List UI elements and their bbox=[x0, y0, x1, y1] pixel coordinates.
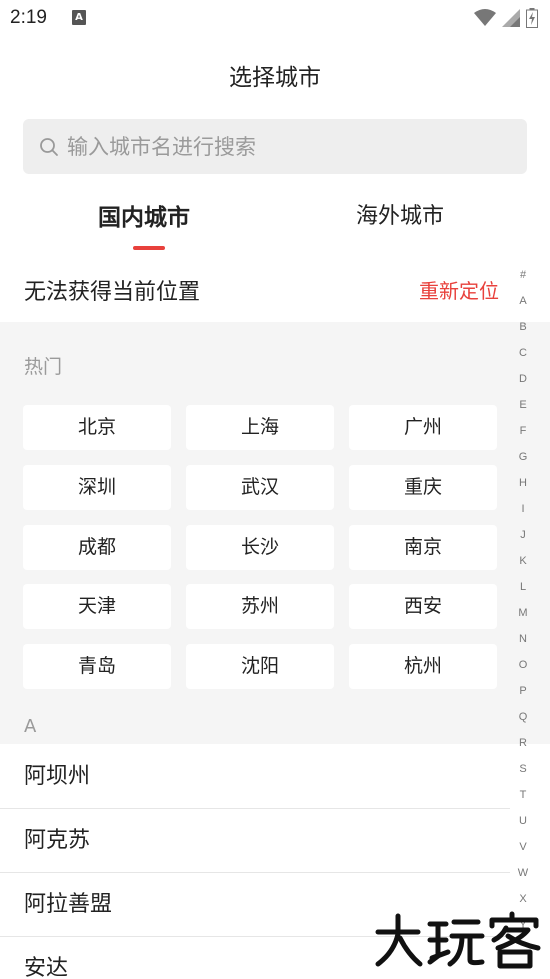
relocate-button[interactable]: 重新定位 bbox=[419, 275, 499, 304]
location-status: 无法获得当前位置 bbox=[24, 280, 201, 305]
index-letter[interactable]: D bbox=[513, 366, 533, 392]
index-letter[interactable]: G bbox=[513, 444, 533, 470]
index-letter[interactable]: B bbox=[513, 314, 533, 340]
hot-city-button[interactable]: 北京 bbox=[23, 405, 171, 450]
index-letter[interactable]: E bbox=[513, 392, 533, 418]
a-icon: A bbox=[72, 10, 86, 25]
index-letter[interactable]: W bbox=[513, 860, 533, 886]
alphabet-index-bar[interactable]: # A B C D E F G H I J K L M N O P Q R S … bbox=[513, 262, 533, 938]
signal-icon bbox=[502, 9, 520, 27]
index-letter[interactable]: N bbox=[513, 626, 533, 652]
index-letter[interactable]: L bbox=[513, 574, 533, 600]
section-header-a: A bbox=[24, 716, 37, 737]
tab-overseas-cities[interactable]: 海外城市 bbox=[356, 198, 444, 230]
hot-city-button[interactable]: 重庆 bbox=[349, 465, 497, 510]
hot-city-button[interactable]: 杭州 bbox=[349, 644, 497, 689]
index-letter[interactable]: T bbox=[513, 782, 533, 808]
index-letter[interactable]: H bbox=[513, 470, 533, 496]
tab-domestic-cities[interactable]: 国内城市 bbox=[98, 198, 190, 232]
battery-charging-icon bbox=[526, 8, 538, 28]
index-letter[interactable]: J bbox=[513, 522, 533, 548]
index-letter[interactable]: R bbox=[513, 730, 533, 756]
page-title: 选择城市 bbox=[229, 65, 321, 91]
hot-city-button[interactable]: 广州 bbox=[349, 405, 497, 450]
search-icon bbox=[40, 137, 58, 156]
city-list-item[interactable]: 阿克苏 bbox=[0, 809, 510, 873]
hot-city-button[interactable]: 长沙 bbox=[186, 525, 334, 570]
title-bar: 选择城市 bbox=[0, 38, 550, 110]
index-letter[interactable]: V bbox=[513, 834, 533, 860]
hot-city-button[interactable]: 沈阳 bbox=[186, 644, 334, 689]
hot-city-button[interactable]: 深圳 bbox=[23, 465, 171, 510]
hot-city-button[interactable]: 成都 bbox=[23, 525, 171, 570]
status-bar: 2:19 A bbox=[0, 0, 550, 38]
index-letter[interactable]: X bbox=[513, 886, 533, 912]
hot-city-button[interactable]: 南京 bbox=[349, 525, 497, 570]
index-letter[interactable]: Q bbox=[513, 704, 533, 730]
index-letter[interactable]: F bbox=[513, 418, 533, 444]
hot-city-button[interactable]: 苏州 bbox=[186, 584, 334, 629]
hot-city-button[interactable]: 西安 bbox=[349, 584, 497, 629]
status-icons bbox=[474, 8, 538, 28]
index-letter[interactable]: S bbox=[513, 756, 533, 782]
hot-city-button[interactable]: 天津 bbox=[23, 584, 171, 629]
tab-indicator bbox=[133, 246, 165, 250]
index-letter[interactable]: # bbox=[513, 262, 533, 288]
index-letter[interactable]: A bbox=[513, 288, 533, 314]
city-tabs: 国内城市 海外城市 bbox=[0, 190, 550, 252]
hot-city-button[interactable]: 上海 bbox=[186, 405, 334, 450]
watermark-logo bbox=[375, 911, 541, 969]
index-letter[interactable]: I bbox=[513, 496, 533, 522]
index-letter[interactable]: U bbox=[513, 808, 533, 834]
wifi-icon bbox=[474, 9, 496, 26]
index-letter[interactable]: P bbox=[513, 678, 533, 704]
city-list-item[interactable]: 阿坝州 bbox=[0, 745, 510, 809]
location-row: 无法获得当前位置 重新定位 bbox=[0, 252, 550, 322]
hot-city-button[interactable]: 武汉 bbox=[186, 465, 334, 510]
index-letter[interactable]: M bbox=[513, 600, 533, 626]
index-letter[interactable]: O bbox=[513, 652, 533, 678]
search-box[interactable] bbox=[23, 119, 527, 174]
index-letter[interactable]: K bbox=[513, 548, 533, 574]
search-input[interactable] bbox=[67, 134, 507, 159]
status-time: 2:19 bbox=[10, 7, 47, 28]
hot-section-title: 热门 bbox=[24, 356, 63, 378]
hot-city-button[interactable]: 青岛 bbox=[23, 644, 171, 689]
index-letter[interactable]: C bbox=[513, 340, 533, 366]
